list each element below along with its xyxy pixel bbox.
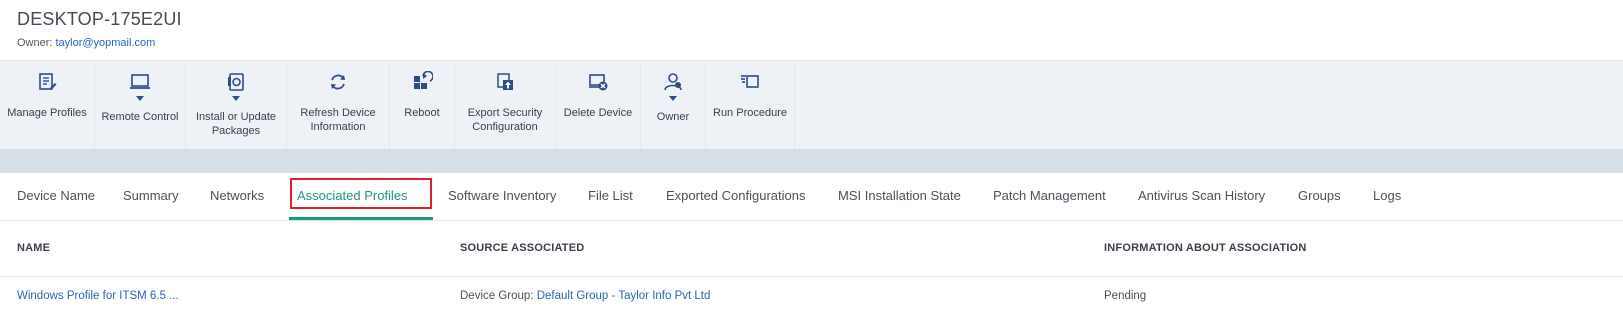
tab-groups[interactable]: Groups: [1298, 173, 1341, 219]
package-icon: [225, 71, 247, 93]
table-row: Windows Profile for ITSM 6.5 ... Device …: [0, 277, 1623, 315]
manage-profiles-icon: [36, 71, 58, 93]
owner-button[interactable]: Owner: [641, 61, 706, 149]
manage-profiles-label: Manage Profiles: [7, 107, 87, 119]
export-label: Export Security Configuration: [467, 107, 543, 133]
column-header-source-associated[interactable]: SOURCE ASSOCIATED: [460, 221, 584, 276]
manage-profiles-button[interactable]: Manage Profiles: [0, 61, 95, 149]
device-group-link[interactable]: Default Group - Taylor Info Pvt Ltd: [537, 290, 711, 302]
column-header-name[interactable]: NAME: [17, 221, 50, 276]
table-header: NAME SOURCE ASSOCIATED INFORMATION ABOUT…: [0, 221, 1623, 277]
owner-email-link[interactable]: taylor@yopmail.com: [55, 37, 155, 49]
source-associated-cell: Device Group: Default Group - Taylor Inf…: [460, 277, 710, 315]
delete-device-icon: [587, 71, 609, 93]
refresh-icon: [327, 71, 349, 93]
owner-label: Owner:: [17, 37, 53, 49]
tab-device-name[interactable]: Device Name: [17, 173, 95, 219]
active-tab-underline: [289, 217, 433, 220]
tab-patch-management[interactable]: Patch Management: [993, 173, 1106, 219]
profile-name-link[interactable]: Windows Profile for ITSM 6.5 ...: [17, 277, 179, 315]
page-title: DESKTOP-175E2UI: [17, 9, 182, 29]
owner-label-toolbar: Owner: [656, 111, 690, 123]
remote-control-button[interactable]: Remote Control: [95, 61, 186, 149]
action-toolbar: Manage Profiles Remote Control Install o…: [0, 60, 1623, 149]
tab-antivirus-scan-history[interactable]: Antivirus Scan History: [1138, 173, 1265, 219]
chevron-down-icon: [669, 96, 677, 101]
tab-file-list[interactable]: File List: [588, 173, 633, 219]
association-status: Pending: [1104, 290, 1147, 302]
chevron-down-icon: [136, 96, 144, 101]
reboot-label: Reboot: [404, 107, 440, 119]
tab-networks[interactable]: Networks: [210, 173, 264, 219]
owner-line: Owner: taylor@yopmail.com: [17, 37, 155, 49]
source-prefix: Device Group:: [460, 290, 534, 302]
install-update-packages-button[interactable]: Install or Update Packages: [186, 61, 287, 149]
export-icon: [494, 71, 516, 93]
delete-device-label: Delete Device: [563, 107, 633, 119]
user-icon: [662, 71, 684, 93]
device-header: DESKTOP-175E2UI Owner: taylor@yopmail.com: [0, 0, 1623, 60]
reboot-button[interactable]: Reboot: [390, 61, 455, 149]
run-procedure-button[interactable]: Run Procedure: [706, 61, 795, 149]
toolbar-divider-band: [0, 149, 1623, 173]
run-procedure-label: Run Procedure: [713, 107, 787, 119]
chevron-down-icon: [232, 96, 240, 101]
monitor-icon: [129, 71, 151, 93]
refresh-device-information-button[interactable]: Refresh Device Information: [287, 61, 390, 149]
refresh-label: Refresh Device Information: [300, 107, 376, 133]
active-tab-highlight: [290, 178, 432, 209]
tab-logs[interactable]: Logs: [1373, 173, 1401, 219]
install-update-label: Install or Update Packages: [195, 111, 277, 137]
tab-msi-installation-state[interactable]: MSI Installation State: [838, 173, 961, 219]
tab-summary[interactable]: Summary: [123, 173, 179, 219]
delete-device-button[interactable]: Delete Device: [556, 61, 641, 149]
export-security-configuration-button[interactable]: Export Security Configuration: [455, 61, 556, 149]
run-procedure-icon: [739, 71, 761, 93]
tab-bar: Device Name Summary Networks Associated …: [0, 173, 1623, 221]
remote-control-label: Remote Control: [101, 111, 179, 123]
column-header-information[interactable]: INFORMATION ABOUT ASSOCIATION: [1104, 221, 1307, 276]
tab-software-inventory[interactable]: Software Inventory: [448, 173, 556, 219]
tab-exported-configurations[interactable]: Exported Configurations: [666, 173, 805, 219]
reboot-icon: [411, 71, 433, 93]
